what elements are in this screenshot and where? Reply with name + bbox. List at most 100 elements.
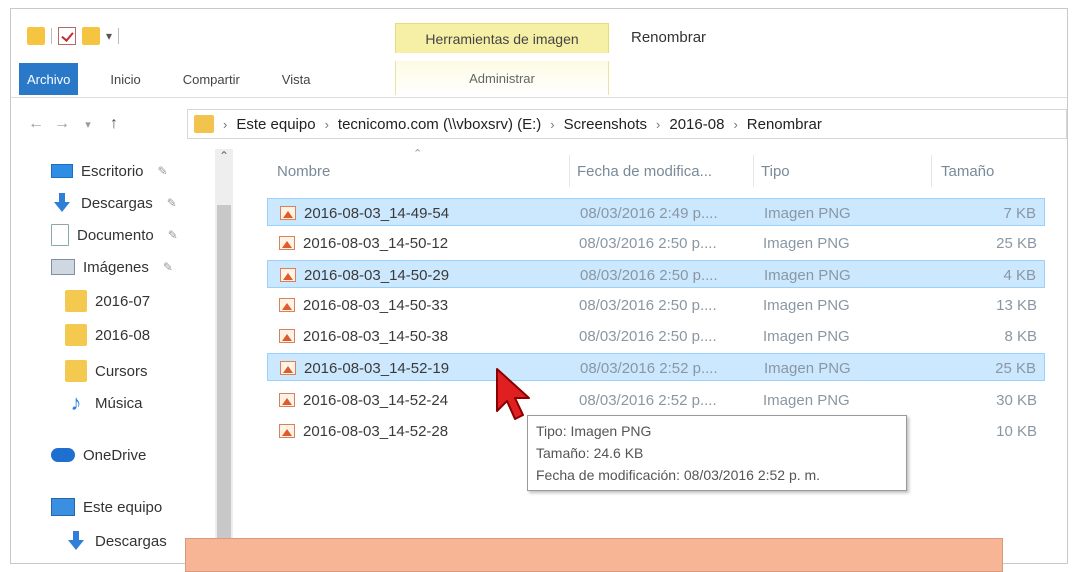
sidebar-item-label: Este equipo — [83, 498, 163, 516]
file-row[interactable]: 2016-08-03_14-50-33 08/03/2016 2:50 p...… — [267, 291, 1045, 319]
breadcrumb-item[interactable]: Screenshots — [564, 116, 647, 133]
column-header-type[interactable]: Tipo — [761, 151, 790, 191]
file-type: Imagen PNG — [764, 359, 851, 377]
pictures-icon — [51, 259, 75, 275]
file-size: 8 KB — [1004, 327, 1037, 345]
breadcrumb-item[interactable]: Renombrar — [747, 116, 822, 133]
column-divider[interactable] — [569, 155, 570, 187]
file-row[interactable]: 2016-08-03_14-50-38 08/03/2016 2:50 p...… — [267, 322, 1045, 350]
sidebar-item-imagenes[interactable]: Imágenes ✎ — [51, 253, 173, 281]
breadcrumb-item[interactable]: 2016-08 — [669, 116, 724, 133]
file-type: Imagen PNG — [763, 327, 850, 345]
sidebar-item-descargas-2[interactable]: Descargas — [65, 527, 167, 555]
sidebar-item-descargas[interactable]: Descargas ✎ — [51, 189, 177, 217]
png-file-icon — [279, 424, 295, 438]
chevron-right-icon[interactable]: › — [325, 117, 329, 132]
file-row[interactable]: 2016-08-03_14-49-54 08/03/2016 2:49 p...… — [267, 198, 1045, 226]
sidebar-item-musica[interactable]: ♪ Música — [65, 389, 143, 417]
file-row[interactable]: 2016-08-03_14-52-24 08/03/2016 2:52 p...… — [267, 386, 1045, 414]
chevron-right-icon[interactable]: › — [733, 117, 737, 132]
sidebar-item-2016-07[interactable]: 2016-07 — [65, 287, 150, 315]
sidebar-item-escritorio[interactable]: Escritorio ✎ — [51, 157, 168, 185]
desktop-icon — [51, 164, 73, 178]
computer-icon — [51, 498, 75, 516]
sidebar-item-onedrive[interactable]: OneDrive — [51, 441, 146, 469]
folder-icon[interactable] — [27, 27, 45, 45]
file-row[interactable]: 2016-08-03_14-50-29 08/03/2016 2:50 p...… — [267, 260, 1045, 288]
sidebar-item-label: OneDrive — [83, 446, 147, 464]
file-name-cell: 2016-08-03_14-50-29 — [280, 261, 449, 289]
scroll-up-icon[interactable]: ⌃ — [219, 149, 229, 163]
separator — [51, 28, 52, 44]
sidebar-item-label: 2016-08 — [95, 326, 151, 344]
file-row[interactable]: 2016-08-03_14-52-19 08/03/2016 2:52 p...… — [267, 353, 1045, 381]
sidebar-item-documentos[interactable]: Documento ✎ — [51, 221, 178, 249]
tab-compartir[interactable]: Compartir — [171, 63, 252, 95]
sidebar-item-este-equipo[interactable]: Este equipo — [51, 493, 162, 521]
pin-icon[interactable]: ✎ — [168, 228, 178, 242]
file-name-cell: 2016-08-03_14-49-54 — [280, 199, 449, 227]
png-file-icon — [279, 393, 295, 407]
file-row[interactable]: 2016-08-03_14-50-12 08/03/2016 2:50 p...… — [267, 229, 1045, 257]
up-icon[interactable]: ↑ — [101, 115, 127, 133]
file-size: 30 KB — [996, 391, 1037, 409]
file-date: 08/03/2016 2:50 p.... — [579, 327, 717, 345]
file-name: 2016-08-03_14-50-12 — [303, 234, 449, 252]
file-name: 2016-08-03_14-50-38 — [303, 327, 449, 345]
customize-toolbar-icon[interactable]: ▾ — [106, 29, 112, 43]
new-folder-icon[interactable] — [82, 27, 100, 45]
tab-archivo[interactable]: Archivo — [19, 63, 79, 95]
file-date: 08/03/2016 2:52 p.... — [580, 359, 718, 377]
forward-icon[interactable]: → — [49, 115, 75, 133]
download-icon — [51, 193, 73, 213]
tab-vista[interactable]: Vista — [270, 63, 323, 95]
file-type: Imagen PNG — [764, 204, 851, 222]
address-bar[interactable]: › Este equipo › tecnicomo.com (\\vboxsrv… — [187, 109, 1067, 139]
tab-inicio[interactable]: Inicio — [98, 63, 152, 95]
column-divider[interactable] — [753, 155, 754, 187]
file-date: 08/03/2016 2:50 p.... — [580, 266, 718, 284]
file-name: 2016-08-03_14-52-19 — [304, 359, 450, 377]
file-name: 2016-08-03_14-50-33 — [303, 296, 449, 314]
column-header-size[interactable]: Tamaño — [941, 151, 994, 191]
file-size: 25 KB — [995, 359, 1036, 377]
sidebar-item-label: 2016-07 — [95, 292, 151, 310]
mouse-cursor-icon — [496, 368, 530, 420]
breadcrumb-item[interactable]: tecnicomo.com (\\vboxsrv) (E:) — [338, 116, 541, 133]
sidebar-item-cursors[interactable]: Cursors — [65, 357, 148, 385]
pin-icon[interactable]: ✎ — [163, 260, 173, 274]
sidebar-item-label: Cursors — [95, 362, 148, 380]
sidebar-item-label: Imágenes — [83, 258, 149, 276]
pin-icon[interactable]: ✎ — [167, 196, 177, 210]
navigation-pane: Escritorio ✎ Descargas ✎ Documento ✎ Imá… — [11, 149, 235, 563]
file-name: 2016-08-03_14-52-28 — [303, 422, 449, 440]
file-size: 4 KB — [1003, 266, 1036, 284]
context-tab-image-tools: Herramientas de imagen — [395, 23, 609, 53]
sidebar-item-2016-08[interactable]: 2016-08 — [65, 321, 150, 349]
chevron-right-icon[interactable]: › — [656, 117, 660, 132]
breadcrumb-item[interactable]: Este equipo — [236, 116, 315, 133]
column-header-name[interactable]: Nombre — [277, 151, 330, 191]
file-name-cell: 2016-08-03_14-50-38 — [279, 322, 448, 350]
file-date: 08/03/2016 2:50 p.... — [579, 234, 717, 252]
ribbon-divider — [11, 97, 1067, 98]
tooltip-type: Tipo: Imagen PNG — [536, 423, 652, 439]
window-title: Renombrar — [631, 29, 707, 46]
sidebar-scrollbar-thumb[interactable] — [217, 205, 231, 563]
column-divider[interactable] — [931, 155, 932, 187]
folder-icon — [65, 360, 87, 382]
properties-icon[interactable] — [58, 27, 76, 45]
recent-locations-icon[interactable]: ▾ — [75, 118, 101, 131]
folder-icon — [65, 324, 87, 346]
column-header-date[interactable]: Fecha de modifica... — [577, 151, 712, 191]
sidebar-item-label: Documento — [77, 226, 154, 244]
pin-icon[interactable]: ✎ — [158, 164, 168, 178]
sidebar-item-label: Descargas — [95, 532, 167, 550]
quick-access-toolbar: ▾ — [27, 23, 120, 49]
tooltip-size: Tamaño: 24.6 KB — [536, 445, 644, 461]
tab-administrar[interactable]: Administrar — [395, 61, 609, 95]
back-icon[interactable]: ← — [23, 115, 49, 133]
folder-icon — [194, 115, 214, 133]
png-file-icon — [279, 236, 295, 250]
chevron-right-icon[interactable]: › — [550, 117, 554, 132]
